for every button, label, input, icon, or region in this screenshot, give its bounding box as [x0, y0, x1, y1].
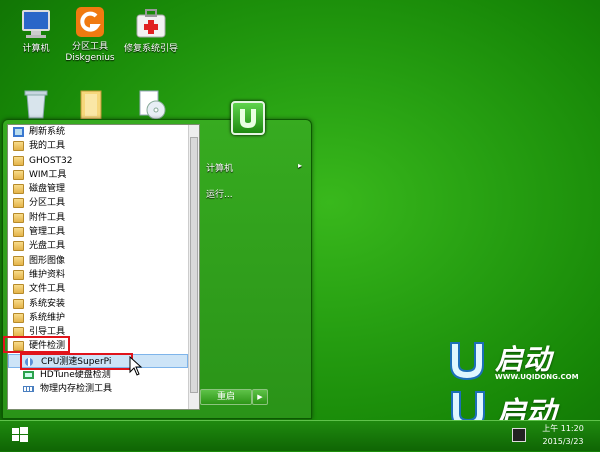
menu-item-label: 附件工具 — [29, 212, 66, 223]
restart-options-button[interactable]: ▶ — [252, 389, 268, 405]
folder-icon — [13, 241, 24, 252]
folder-icon — [13, 155, 24, 166]
menu-item-system-maintenance[interactable]: 系统维护 — [8, 311, 188, 325]
folder-icon — [13, 212, 24, 223]
run-menu-item[interactable]: 运行... — [206, 187, 233, 200]
refresh-icon — [13, 127, 24, 137]
menu-item-label: 图形图像 — [29, 255, 66, 266]
folder-icon — [13, 169, 24, 180]
menu-item-label: 物理内存检测工具 — [40, 384, 113, 395]
computer-menu-label: 计算机 — [206, 164, 234, 174]
run-menu-label: 运行... — [206, 190, 233, 200]
menu-item-accessories[interactable]: 附件工具 — [8, 211, 188, 225]
menu-item-file-tools[interactable]: 文件工具 — [8, 282, 188, 296]
menu-item-memory-test[interactable]: 物理内存检测工具 — [8, 382, 188, 396]
folder-icon — [13, 198, 24, 209]
scrollbar-thumb[interactable] — [190, 137, 198, 393]
folder-icon — [13, 184, 24, 195]
menu-item-partition-tools[interactable]: 分区工具 — [8, 196, 188, 210]
folder-icon — [13, 227, 24, 238]
tray-clock[interactable]: 上午 11:20 2015/3/23 — [530, 422, 596, 448]
folder-icon — [13, 312, 24, 323]
folder-icon — [13, 298, 24, 309]
app-icon — [23, 370, 34, 380]
brand-logo: 启动 WWW.UQIDONG.COM — [445, 335, 595, 385]
menu-item-my-tools[interactable]: 我的工具 — [8, 139, 188, 153]
menu-item-system-install[interactable]: 系统安装 — [8, 297, 188, 311]
menu-item-label: 维护资料 — [29, 269, 66, 280]
folder-icon — [73, 88, 107, 122]
menu-item-hdtune[interactable]: HDTune硬盘检测 — [8, 368, 188, 382]
computer-icon — [19, 7, 53, 41]
menu-item-wim-tools[interactable]: WIM工具 — [8, 168, 188, 182]
menu-item-refresh-system[interactable]: 刷新系统 — [8, 125, 188, 139]
menu-item-label: 磁盘管理 — [29, 184, 66, 195]
clock-date: 2015/3/23 — [542, 437, 584, 446]
start-menu-right-pane: 计算机 ▸ 运行... — [203, 124, 309, 408]
highlight-cpu-superpi — [20, 353, 133, 370]
disc-icon — [134, 88, 168, 122]
menu-item-maintenance-docs[interactable]: 维护资料 — [8, 268, 188, 282]
menu-item-disk-management[interactable]: 磁盘管理 — [8, 182, 188, 196]
menu-item-disc-tools[interactable]: 光盘工具 — [8, 239, 188, 253]
tray-flag-icon[interactable] — [512, 428, 526, 442]
restart-button[interactable]: 重启 — [200, 389, 252, 405]
menu-item-label: GHOST32 — [29, 155, 73, 166]
menu-item-label: 光盘工具 — [29, 241, 66, 252]
app-icon — [23, 384, 34, 394]
menu-item-label: 文件工具 — [29, 284, 66, 295]
menu-item-admin-tools[interactable]: 管理工具 — [8, 225, 188, 239]
menu-item-label: 我的工具 — [29, 141, 66, 152]
recycle-bin-icon — [19, 88, 53, 122]
folder-icon — [13, 255, 24, 266]
medical-kit-icon — [134, 7, 168, 41]
desktop-icon-label: 分区工具 Diskgenius — [65, 42, 115, 63]
chevron-right-icon: ▶ — [257, 393, 263, 401]
menu-item-label: 刷新系统 — [29, 127, 66, 137]
windows-logo-icon — [12, 427, 28, 442]
folder-icon — [13, 269, 24, 280]
computer-menu-item[interactable]: 计算机 ▸ — [206, 161, 302, 174]
folder-icon — [13, 284, 24, 295]
brand-logo-text: 启动 — [495, 343, 552, 376]
chevron-right-icon: ▸ — [297, 161, 302, 170]
folder-icon — [13, 141, 24, 152]
taskbar — [0, 420, 600, 451]
mouse-cursor-icon — [129, 355, 143, 379]
user-picture — [231, 101, 265, 135]
u-logo-icon — [450, 342, 484, 381]
menu-item-label: 系统安装 — [29, 298, 66, 309]
menu-item-label: 系统维护 — [29, 312, 66, 323]
brand-site: WWW.UQIDONG.COM — [495, 373, 579, 381]
diskgenius-icon — [73, 5, 107, 39]
menu-item-graphics[interactable]: 图形图像 — [8, 254, 188, 268]
menu-item-label: 管理工具 — [29, 227, 66, 238]
desktop-icon-repair-boot[interactable]: 修复系统引导 — [119, 7, 183, 55]
menu-item-label: HDTune硬盘检测 — [40, 370, 111, 381]
start-button[interactable] — [0, 421, 40, 449]
desktop-icon-diskgenius[interactable]: 分区工具 Diskgenius — [58, 5, 122, 64]
menu-item-ghost32[interactable]: GHOST32 — [8, 154, 188, 168]
menu-item-label: WIM工具 — [29, 169, 67, 180]
clock-time: 上午 11:20 — [542, 424, 584, 433]
menu-item-label: 分区工具 — [29, 198, 66, 209]
programs-scrollbar[interactable] — [188, 125, 199, 409]
desktop-icon-label: 修复系统引导 — [123, 44, 178, 54]
start-menu: 刷新系统 我的工具 GHOST32 WIM工具 磁盘管理 分区工具 附件工具 管… — [2, 119, 312, 419]
highlight-hardware-detection — [3, 336, 70, 353]
